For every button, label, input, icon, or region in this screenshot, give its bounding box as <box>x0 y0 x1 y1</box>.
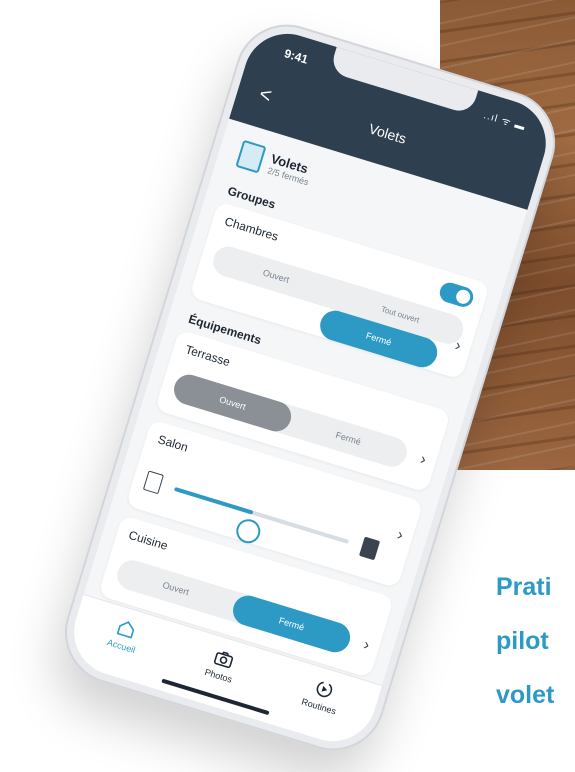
shutter-open-icon <box>142 470 164 495</box>
slider-knob[interactable] <box>233 516 264 547</box>
group-toggle[interactable] <box>437 280 476 310</box>
summary: Volets 2/5 fermés <box>235 139 314 189</box>
main-content: Volets 2/5 fermés Groupes Chambres Ouver… <box>84 119 528 686</box>
home-indicator <box>161 678 270 716</box>
status-icons: ..ıl ᯤ ▬ <box>482 110 527 134</box>
chevron-right-icon[interactable]: › <box>361 636 371 655</box>
open-option[interactable]: Ouvert <box>170 371 295 436</box>
tab-accueil[interactable]: Accueil <box>106 615 143 655</box>
group-label: Chambres <box>222 214 280 244</box>
tab-photos[interactable]: Photos <box>204 645 240 685</box>
slider-fill <box>173 486 254 515</box>
home-icon <box>116 621 135 639</box>
shutter-icon <box>235 139 267 174</box>
device-label: Salon <box>156 432 190 455</box>
phone-stage: 9:41 ..ıl ᯤ ▬ < Volets Volets 2/5 fermés… <box>0 0 575 772</box>
slider-track[interactable] <box>173 486 350 547</box>
camera-icon <box>213 651 233 668</box>
closed-option[interactable]: Fermé <box>286 406 410 470</box>
status-time: 9:41 <box>282 46 310 67</box>
phone-screen: 9:41 ..ıl ᯤ ▬ < Volets Volets 2/5 fermés… <box>63 22 557 753</box>
phone-frame: 9:41 ..ıl ᯤ ▬ < Volets Volets 2/5 fermés… <box>52 11 568 764</box>
device-label: Terrasse <box>183 342 232 370</box>
shutter-closed-icon <box>358 536 381 561</box>
chevron-right-icon[interactable]: › <box>395 526 405 545</box>
device-label: Cuisine <box>127 527 170 553</box>
phone-notch <box>329 46 479 116</box>
tab-label: Routines <box>300 696 338 717</box>
routines-icon <box>316 681 332 698</box>
chevron-right-icon[interactable]: › <box>418 451 428 470</box>
tab-routines[interactable]: Routines <box>300 675 344 717</box>
